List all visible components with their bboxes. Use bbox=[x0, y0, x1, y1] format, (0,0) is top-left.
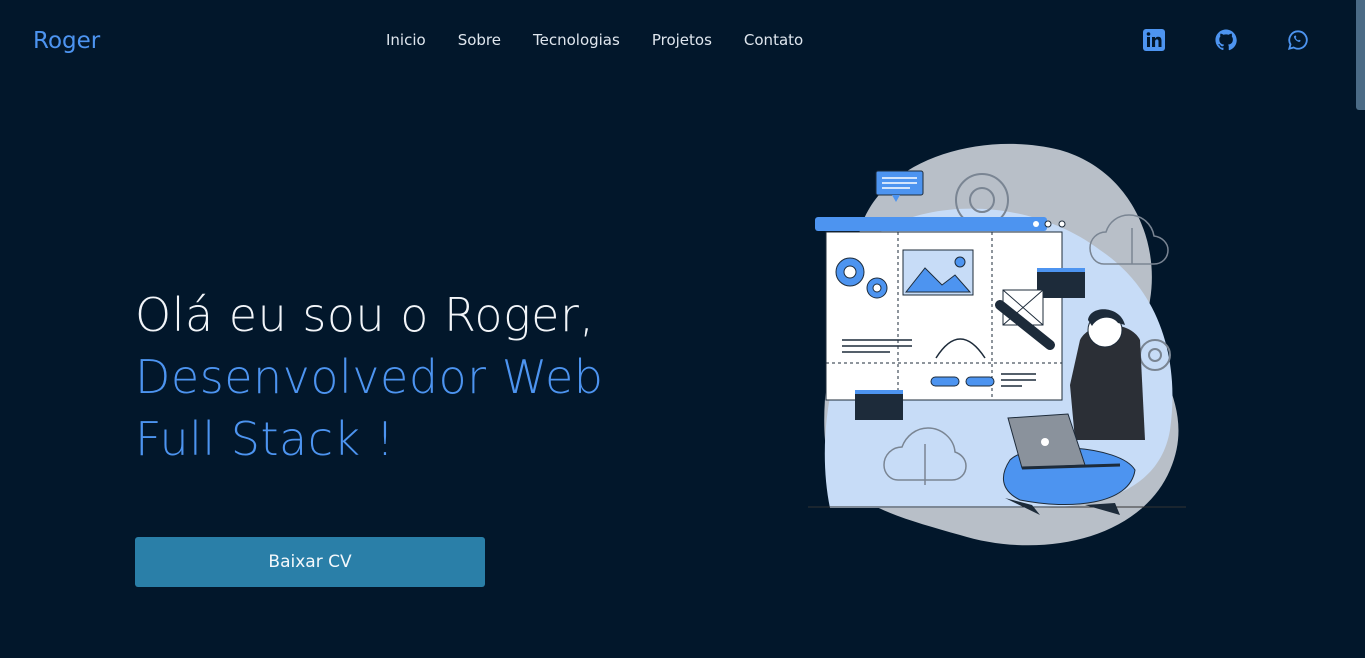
linkedin-icon[interactable] bbox=[1143, 29, 1165, 51]
hero-greeting: Olá eu sou o Roger, bbox=[135, 288, 595, 342]
nav-link-tecnologias[interactable]: Tecnologias bbox=[533, 31, 620, 49]
main-nav: Inicio Sobre Tecnologias Projetos Contat… bbox=[386, 31, 835, 49]
nav-link-sobre[interactable]: Sobre bbox=[458, 31, 501, 49]
whatsapp-icon[interactable] bbox=[1287, 29, 1309, 51]
nav-link-contato[interactable]: Contato bbox=[744, 31, 803, 49]
social-links bbox=[1143, 29, 1359, 51]
hero-title: Olá eu sou o Roger, Desenvolvedor Web Fu… bbox=[135, 284, 735, 470]
hero-illustration bbox=[800, 140, 1200, 550]
nav-link-projetos[interactable]: Projetos bbox=[652, 31, 712, 49]
download-cv-button[interactable]: Baixar CV bbox=[135, 537, 485, 587]
logo[interactable]: Roger bbox=[33, 28, 100, 54]
hero-role-line1: Desenvolvedor Web bbox=[135, 350, 604, 404]
hero-role-line2: Full Stack ! bbox=[135, 412, 395, 466]
site-header: Roger Inicio Sobre Tecnologias Projetos … bbox=[0, 0, 1365, 84]
scrollbar-thumb[interactable] bbox=[1356, 0, 1365, 110]
nav-link-inicio[interactable]: Inicio bbox=[386, 31, 426, 49]
github-icon[interactable] bbox=[1215, 29, 1237, 51]
